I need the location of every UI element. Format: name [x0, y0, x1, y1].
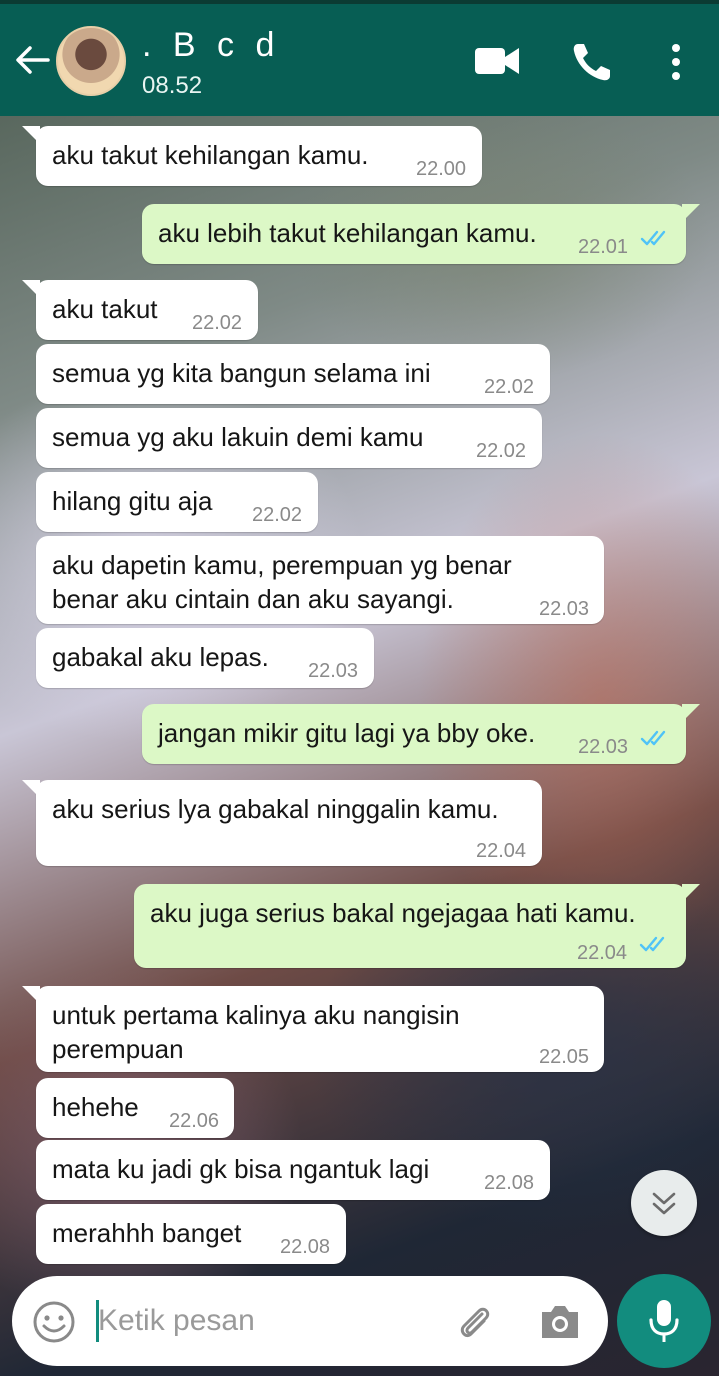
- message-time: 22.03: [308, 660, 359, 682]
- last-seen-status: 08.52: [142, 72, 203, 99]
- mic-icon: [649, 1300, 679, 1342]
- emoji-icon[interactable]: [32, 1300, 76, 1344]
- message-time: 22.08: [280, 1236, 331, 1258]
- message-text: aku dapetin kamu, perempuan yg benar ben…: [52, 550, 512, 614]
- phone-icon[interactable]: [570, 40, 614, 84]
- message-bubble-incoming[interactable]: mata ku jadi gk bisa ngantuk lagi 22.08: [36, 1140, 550, 1200]
- message-input[interactable]: [98, 1296, 428, 1346]
- message-bubble-incoming[interactable]: hilang gitu aja 22.02: [36, 472, 318, 532]
- message-text: aku takut kehilangan kamu.: [52, 140, 369, 170]
- chevron-double-down-icon: [652, 1192, 676, 1215]
- message-bubble-incoming[interactable]: semua yg aku lakuin demi kamu 22.02: [36, 408, 542, 468]
- message-time: 22.03: [539, 598, 590, 620]
- message-bubble-incoming[interactable]: semua yg kita bangun selama ini 22.02: [36, 344, 550, 404]
- message-composer: [12, 1276, 608, 1366]
- voice-message-button[interactable]: [617, 1274, 711, 1368]
- message-text: mata ku jadi gk bisa ngantuk lagi: [52, 1154, 430, 1184]
- message-bubble-incoming[interactable]: untuk pertama kalinya aku nangisin perem…: [22, 986, 604, 1072]
- contact-name[interactable]: . B c d: [142, 26, 280, 65]
- message-text: semua yg kita bangun selama ini: [52, 358, 431, 388]
- message-text: aku juga serius bakal ngejagaa hati kamu…: [150, 898, 636, 928]
- message-time: 22.04: [476, 840, 527, 862]
- message-bubble-outgoing[interactable]: aku lebih takut kehilangan kamu. 22.01: [142, 204, 700, 264]
- message-text: hehehe: [52, 1092, 139, 1122]
- message-text: gabakal aku lepas.: [52, 642, 269, 672]
- message-text: aku serius lya gabakal ninggalin kamu.: [52, 794, 499, 824]
- attach-icon[interactable]: [452, 1300, 496, 1344]
- back-arrow-icon[interactable]: [12, 40, 52, 80]
- camera-icon[interactable]: [538, 1302, 582, 1342]
- message-bubble-incoming[interactable]: aku dapetin kamu, perempuan yg benar ben…: [36, 536, 604, 624]
- message-text: hilang gitu aja: [52, 486, 213, 516]
- message-time: 22.02: [484, 376, 535, 398]
- double-check-icon: [640, 730, 666, 746]
- message-bubble-incoming[interactable]: aku takut kehilangan kamu. 22.00: [22, 126, 482, 186]
- message-bubble-incoming[interactable]: gabakal aku lepas. 22.03: [36, 628, 374, 688]
- message-text: aku lebih takut kehilangan kamu.: [158, 218, 537, 248]
- message-text: aku takut: [52, 294, 158, 324]
- message-time: 22.02: [476, 440, 527, 462]
- message-bubble-outgoing[interactable]: aku juga serius bakal ngejagaa hati kamu…: [134, 884, 700, 968]
- message-time: 22.08: [484, 1172, 535, 1194]
- message-text: untuk pertama kalinya aku nangisin perem…: [52, 1000, 460, 1064]
- message-time: 22.00: [416, 158, 467, 180]
- message-time: 22.02: [192, 312, 243, 334]
- message-bubble-incoming[interactable]: aku serius lya gabakal ninggalin kamu. 2…: [22, 780, 542, 866]
- message-time: 22.01: [578, 236, 629, 258]
- chat-header: . B c d 08.52: [0, 4, 719, 116]
- message-bubble-incoming[interactable]: hehehe 22.06: [36, 1078, 234, 1138]
- message-bubble-outgoing[interactable]: jangan mikir gitu lagi ya bby oke. 22.03: [142, 704, 700, 764]
- message-text: merahhh banget: [52, 1218, 242, 1248]
- contact-avatar[interactable]: [56, 26, 126, 96]
- message-text: semua yg aku lakuin demi kamu: [52, 422, 424, 452]
- message-time: 22.04: [577, 942, 628, 964]
- message-time: 22.06: [169, 1110, 220, 1132]
- message-bubble-incoming[interactable]: merahhh banget 22.08: [36, 1204, 346, 1264]
- double-check-icon: [639, 936, 665, 952]
- message-time: 22.05: [539, 1046, 590, 1068]
- double-check-icon: [640, 230, 666, 246]
- scroll-to-bottom-button[interactable]: [631, 1170, 697, 1236]
- message-time: 22.03: [578, 736, 629, 758]
- message-text: jangan mikir gitu lagi ya bby oke.: [158, 718, 536, 748]
- message-time: 22.02: [252, 504, 303, 526]
- video-call-icon[interactable]: [474, 44, 520, 78]
- message-bubble-incoming[interactable]: aku takut 22.02: [22, 280, 258, 340]
- more-vert-icon[interactable]: [664, 40, 688, 84]
